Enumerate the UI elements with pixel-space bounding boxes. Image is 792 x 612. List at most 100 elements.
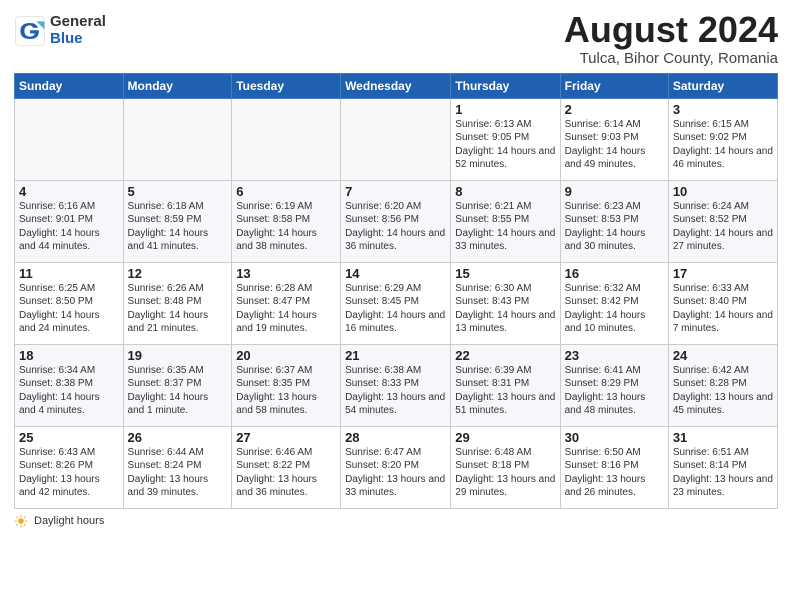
day-info: Sunrise: 6:19 AMSunset: 8:58 PMDaylight:…: [236, 200, 336, 254]
calendar-day-cell: 23Sunrise: 6:41 AMSunset: 8:29 PMDayligh…: [560, 344, 668, 426]
title-area: August 2024 Tulca, Bihor County, Romania: [564, 10, 778, 67]
calendar-table: SundayMondayTuesdayWednesdayThursdayFrid…: [14, 73, 778, 509]
day-info: Sunrise: 6:34 AMSunset: 8:38 PMDaylight:…: [19, 364, 119, 418]
logo-general: General: [50, 14, 106, 31]
day-number: 26: [128, 430, 228, 445]
calendar-day-cell: 2Sunrise: 6:14 AMSunset: 9:03 PMDaylight…: [560, 98, 668, 180]
day-number: 13: [236, 266, 336, 281]
day-info: Sunrise: 6:47 AMSunset: 8:20 PMDaylight:…: [345, 446, 446, 500]
calendar-week-row: 1Sunrise: 6:13 AMSunset: 9:05 PMDaylight…: [15, 98, 778, 180]
calendar-day-cell: 27Sunrise: 6:46 AMSunset: 8:22 PMDayligh…: [232, 426, 341, 508]
day-number: 29: [455, 430, 555, 445]
month-year: August 2024: [564, 10, 778, 50]
calendar-week-row: 4Sunrise: 6:16 AMSunset: 9:01 PMDaylight…: [15, 180, 778, 262]
day-info: Sunrise: 6:18 AMSunset: 8:59 PMDaylight:…: [128, 200, 228, 254]
calendar-day-header: Sunday: [15, 73, 124, 98]
calendar-day-cell: 14Sunrise: 6:29 AMSunset: 8:45 PMDayligh…: [341, 262, 451, 344]
calendar-day-cell: 6Sunrise: 6:19 AMSunset: 8:58 PMDaylight…: [232, 180, 341, 262]
day-info: Sunrise: 6:44 AMSunset: 8:24 PMDaylight:…: [128, 446, 228, 500]
day-info: Sunrise: 6:20 AMSunset: 8:56 PMDaylight:…: [345, 200, 446, 254]
day-info: Sunrise: 6:41 AMSunset: 8:29 PMDaylight:…: [565, 364, 664, 418]
day-number: 19: [128, 348, 228, 363]
logo-text: General Blue: [50, 14, 106, 47]
day-info: Sunrise: 6:25 AMSunset: 8:50 PMDaylight:…: [19, 282, 119, 336]
header: General Blue August 2024 Tulca, Bihor Co…: [14, 10, 778, 67]
day-info: Sunrise: 6:23 AMSunset: 8:53 PMDaylight:…: [565, 200, 664, 254]
calendar-day-cell: 31Sunrise: 6:51 AMSunset: 8:14 PMDayligh…: [668, 426, 777, 508]
calendar-day-cell: 30Sunrise: 6:50 AMSunset: 8:16 PMDayligh…: [560, 426, 668, 508]
page: General Blue August 2024 Tulca, Bihor Co…: [0, 0, 792, 612]
day-number: 6: [236, 184, 336, 199]
day-number: 28: [345, 430, 446, 445]
day-number: 11: [19, 266, 119, 281]
day-number: 7: [345, 184, 446, 199]
day-number: 25: [19, 430, 119, 445]
calendar-day-cell: 21Sunrise: 6:38 AMSunset: 8:33 PMDayligh…: [341, 344, 451, 426]
calendar-day-cell: [123, 98, 232, 180]
day-number: 16: [565, 266, 664, 281]
day-number: 3: [673, 102, 773, 117]
calendar-day-cell: 9Sunrise: 6:23 AMSunset: 8:53 PMDaylight…: [560, 180, 668, 262]
day-number: 1: [455, 102, 555, 117]
calendar-day-cell: 28Sunrise: 6:47 AMSunset: 8:20 PMDayligh…: [341, 426, 451, 508]
daylight-label: Daylight hours: [34, 515, 104, 527]
day-number: 30: [565, 430, 664, 445]
day-info: Sunrise: 6:46 AMSunset: 8:22 PMDaylight:…: [236, 446, 336, 500]
calendar-day-cell: 10Sunrise: 6:24 AMSunset: 8:52 PMDayligh…: [668, 180, 777, 262]
calendar-day-cell: 25Sunrise: 6:43 AMSunset: 8:26 PMDayligh…: [15, 426, 124, 508]
day-number: 14: [345, 266, 446, 281]
calendar-day-cell: 1Sunrise: 6:13 AMSunset: 9:05 PMDaylight…: [451, 98, 560, 180]
day-number: 23: [565, 348, 664, 363]
calendar-day-cell: [232, 98, 341, 180]
calendar-day-cell: 17Sunrise: 6:33 AMSunset: 8:40 PMDayligh…: [668, 262, 777, 344]
day-number: 10: [673, 184, 773, 199]
day-info: Sunrise: 6:28 AMSunset: 8:47 PMDaylight:…: [236, 282, 336, 336]
day-info: Sunrise: 6:26 AMSunset: 8:48 PMDaylight:…: [128, 282, 228, 336]
day-info: Sunrise: 6:16 AMSunset: 9:01 PMDaylight:…: [19, 200, 119, 254]
calendar-day-cell: [341, 98, 451, 180]
day-info: Sunrise: 6:48 AMSunset: 8:18 PMDaylight:…: [455, 446, 555, 500]
day-info: Sunrise: 6:30 AMSunset: 8:43 PMDaylight:…: [455, 282, 555, 336]
day-number: 21: [345, 348, 446, 363]
day-info: Sunrise: 6:13 AMSunset: 9:05 PMDaylight:…: [455, 118, 555, 172]
day-number: 18: [19, 348, 119, 363]
calendar-day-header: Wednesday: [341, 73, 451, 98]
day-number: 31: [673, 430, 773, 445]
day-number: 24: [673, 348, 773, 363]
day-number: 4: [19, 184, 119, 199]
calendar-week-row: 25Sunrise: 6:43 AMSunset: 8:26 PMDayligh…: [15, 426, 778, 508]
day-number: 22: [455, 348, 555, 363]
day-number: 12: [128, 266, 228, 281]
day-number: 5: [128, 184, 228, 199]
day-number: 27: [236, 430, 336, 445]
day-info: Sunrise: 6:35 AMSunset: 8:37 PMDaylight:…: [128, 364, 228, 418]
generalblue-logo-icon: [14, 15, 46, 47]
day-number: 17: [673, 266, 773, 281]
logo: General Blue: [14, 14, 106, 47]
day-info: Sunrise: 6:37 AMSunset: 8:35 PMDaylight:…: [236, 364, 336, 418]
day-info: Sunrise: 6:32 AMSunset: 8:42 PMDaylight:…: [565, 282, 664, 336]
day-number: 9: [565, 184, 664, 199]
day-info: Sunrise: 6:14 AMSunset: 9:03 PMDaylight:…: [565, 118, 664, 172]
day-info: Sunrise: 6:29 AMSunset: 8:45 PMDaylight:…: [345, 282, 446, 336]
calendar-week-row: 11Sunrise: 6:25 AMSunset: 8:50 PMDayligh…: [15, 262, 778, 344]
day-info: Sunrise: 6:39 AMSunset: 8:31 PMDaylight:…: [455, 364, 555, 418]
calendar-day-cell: 3Sunrise: 6:15 AMSunset: 9:02 PMDaylight…: [668, 98, 777, 180]
location: Tulca, Bihor County, Romania: [564, 50, 778, 67]
calendar-day-header: Friday: [560, 73, 668, 98]
day-number: 8: [455, 184, 555, 199]
calendar-day-header: Monday: [123, 73, 232, 98]
calendar-day-header: Thursday: [451, 73, 560, 98]
day-number: 20: [236, 348, 336, 363]
calendar-day-cell: 12Sunrise: 6:26 AMSunset: 8:48 PMDayligh…: [123, 262, 232, 344]
day-number: 15: [455, 266, 555, 281]
calendar-day-cell: 4Sunrise: 6:16 AMSunset: 9:01 PMDaylight…: [15, 180, 124, 262]
day-info: Sunrise: 6:38 AMSunset: 8:33 PMDaylight:…: [345, 364, 446, 418]
day-info: Sunrise: 6:42 AMSunset: 8:28 PMDaylight:…: [673, 364, 773, 418]
calendar-day-cell: 15Sunrise: 6:30 AMSunset: 8:43 PMDayligh…: [451, 262, 560, 344]
day-info: Sunrise: 6:43 AMSunset: 8:26 PMDaylight:…: [19, 446, 119, 500]
footer: Daylight hours: [14, 514, 778, 528]
logo-blue: Blue: [50, 31, 106, 48]
day-info: Sunrise: 6:33 AMSunset: 8:40 PMDaylight:…: [673, 282, 773, 336]
calendar-day-header: Saturday: [668, 73, 777, 98]
